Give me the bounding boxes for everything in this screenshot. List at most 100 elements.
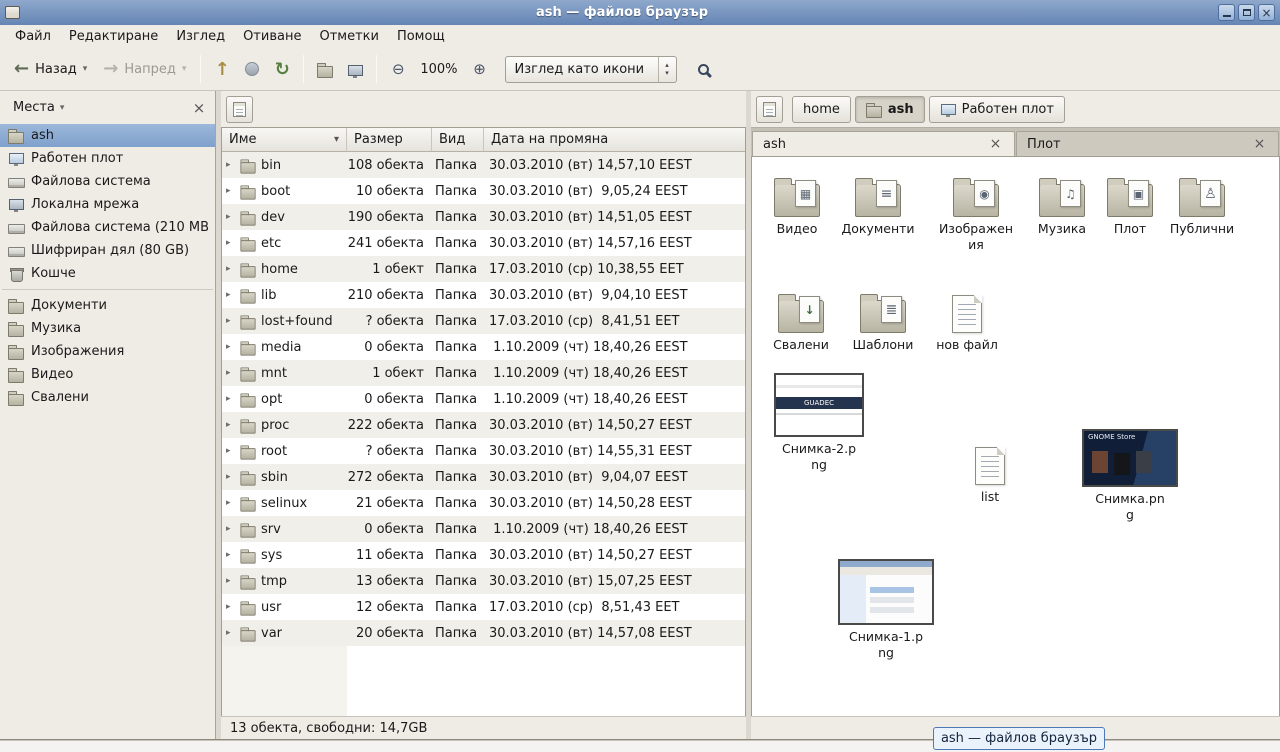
sidebar-item[interactable]: Изображения xyxy=(0,340,215,363)
expander-icon[interactable]: ▸ xyxy=(226,212,239,222)
menu-item[interactable]: Файл xyxy=(6,26,60,47)
expander-icon[interactable]: ▸ xyxy=(226,576,239,586)
tab[interactable]: Плот × xyxy=(1016,131,1279,156)
expander-icon[interactable]: ▸ xyxy=(226,472,239,482)
sidebar-mode-select[interactable]: Места ▾ xyxy=(6,96,71,119)
search-button[interactable] xyxy=(689,54,719,84)
close-button[interactable]: × xyxy=(1258,4,1275,21)
icon-view-item[interactable]: Снимка-2.png xyxy=(769,373,869,472)
table-row[interactable]: ▸ sbin 272 обекта Папка 30.03.2010 (вт) … xyxy=(222,464,745,490)
icon-view-item[interactable]: Документи xyxy=(833,167,923,237)
expander-icon[interactable]: ▸ xyxy=(226,290,239,300)
sidebar-item[interactable]: Видео xyxy=(0,363,215,386)
sidebar-item[interactable]: Файлова система (210 MB) xyxy=(0,216,215,239)
tab[interactable]: ash × xyxy=(752,131,1015,156)
icon-view-item[interactable]: Видео xyxy=(752,167,842,237)
sidebar-item[interactable]: Файлова система xyxy=(0,170,215,193)
breadcrumb-button[interactable]: Работен плот xyxy=(929,96,1065,123)
computer-button[interactable] xyxy=(340,54,370,84)
sidebar-item[interactable]: ash xyxy=(0,124,215,147)
table-row[interactable]: ▸ selinux 21 обекта Папка 30.03.2010 (вт… xyxy=(222,490,745,516)
icon-view-item[interactable]: list xyxy=(945,435,1035,505)
column-header[interactable]: Име ▾ xyxy=(222,128,347,152)
table-row[interactable]: ▸ sys 11 обекта Папка 30.03.2010 (вт) 14… xyxy=(222,542,745,568)
expander-icon[interactable]: ▸ xyxy=(226,160,239,170)
expander-icon[interactable]: ▸ xyxy=(226,498,239,508)
combo-arrows-icon[interactable]: ▴▾ xyxy=(658,57,676,82)
location-toggle-button[interactable] xyxy=(756,96,783,123)
home-button[interactable] xyxy=(310,54,340,84)
taskbar-window-button[interactable]: ash — файлов браузър xyxy=(933,727,1105,750)
sidebar-item[interactable]: Свалени xyxy=(0,386,215,409)
up-button[interactable]: ↑ xyxy=(207,54,237,84)
sidebar-close-icon[interactable]: × xyxy=(189,99,209,117)
expander-icon[interactable]: ▸ xyxy=(226,238,239,248)
column-header[interactable]: Дата на промяна ▾ xyxy=(484,128,745,152)
menu-item[interactable]: Отметки xyxy=(310,26,387,47)
expander-icon[interactable]: ▸ xyxy=(226,186,239,196)
icon-view-item[interactable]: нов файл xyxy=(922,283,1012,353)
expander-icon[interactable]: ▸ xyxy=(226,420,239,430)
table-row[interactable]: ▸ proc 222 обекта Папка 30.03.2010 (вт) … xyxy=(222,412,745,438)
icon-view-item[interactable]: Снимка.png xyxy=(1080,429,1180,522)
view-mode-select[interactable]: Изглед като икони ▴▾ xyxy=(505,56,677,83)
sidebar-item[interactable]: Кошче xyxy=(0,262,215,285)
table-row[interactable]: ▸ root ? обекта Папка 30.03.2010 (вт) 14… xyxy=(222,438,745,464)
table-row[interactable]: ▸ boot 10 обекта Папка 30.03.2010 (вт) 9… xyxy=(222,178,745,204)
sidebar-item[interactable]: Работен плот xyxy=(0,147,215,170)
column-header[interactable]: Размер ▾ xyxy=(347,128,432,152)
expander-icon[interactable]: ▸ xyxy=(226,316,239,326)
maximize-button[interactable] xyxy=(1238,4,1255,21)
menu-item[interactable]: Помощ xyxy=(388,26,454,47)
menu-item[interactable]: Отиване xyxy=(234,26,310,47)
icon-view-item[interactable]: Свалени xyxy=(756,283,846,353)
zoom-out-button[interactable]: ⊖ xyxy=(383,54,413,84)
expander-icon[interactable]: ▸ xyxy=(226,550,239,560)
icon-view-item[interactable]: Шаблони xyxy=(838,283,928,353)
expander-icon[interactable]: ▸ xyxy=(226,368,239,378)
expander-icon[interactable]: ▸ xyxy=(226,342,239,352)
back-button[interactable]: ← Назад ▾ xyxy=(6,55,95,83)
icon-view[interactable]: Видео Документи Изображения Музика Плот … xyxy=(751,156,1280,716)
menu-item[interactable]: Редактиране xyxy=(60,26,167,47)
table-row[interactable]: ▸ srv 0 обекта Папка 1.10.2009 (чт) 18,4… xyxy=(222,516,745,542)
icon-view-item[interactable]: Изображения xyxy=(931,167,1021,252)
table-row[interactable]: ▸ bin 108 обекта Папка 30.03.2010 (вт) 1… xyxy=(222,152,745,178)
expander-icon[interactable]: ▸ xyxy=(226,394,239,404)
table-row[interactable]: ▸ mnt 1 обект Папка 1.10.2009 (чт) 18,40… xyxy=(222,360,745,386)
table-row[interactable]: ▸ opt 0 обекта Папка 1.10.2009 (чт) 18,4… xyxy=(222,386,745,412)
table-row[interactable]: ▸ usr 12 обекта Папка 17.03.2010 (ср) 8,… xyxy=(222,594,745,620)
forward-dropdown-icon[interactable]: ▾ xyxy=(182,64,187,74)
column-header[interactable]: Вид ▾ xyxy=(432,128,484,152)
forward-button[interactable]: → Напред ▾ xyxy=(95,55,194,83)
table-row[interactable]: ▸ tmp 13 обекта Папка 30.03.2010 (вт) 15… xyxy=(222,568,745,594)
sidebar-item[interactable]: Документи xyxy=(0,294,215,317)
zoom-in-button[interactable]: ⊕ xyxy=(465,54,495,84)
expander-icon[interactable]: ▸ xyxy=(226,524,239,534)
reload-button[interactable]: ↻ xyxy=(267,54,297,84)
back-dropdown-icon[interactable]: ▾ xyxy=(83,64,88,74)
stop-button[interactable] xyxy=(237,54,267,84)
tab-close-icon[interactable]: × xyxy=(987,136,1004,153)
titlebar[interactable]: ash — файлов браузър × xyxy=(0,0,1280,25)
sidebar-item[interactable]: Шифриран дял (80 GB) xyxy=(0,239,215,262)
table-row[interactable]: ▸ dev 190 обекта Папка 30.03.2010 (вт) 1… xyxy=(222,204,745,230)
expander-icon[interactable]: ▸ xyxy=(226,602,239,612)
icon-view-item[interactable]: Снимка-1.png xyxy=(836,559,936,660)
table-row[interactable]: ▸ lib 210 обекта Папка 30.03.2010 (вт) 9… xyxy=(222,282,745,308)
menu-item[interactable]: Изглед xyxy=(167,26,234,47)
expander-icon[interactable]: ▸ xyxy=(226,628,239,638)
table-row[interactable]: ▸ var 20 обекта Папка 30.03.2010 (вт) 14… xyxy=(222,620,745,646)
table-row[interactable]: ▸ media 0 обекта Папка 1.10.2009 (чт) 18… xyxy=(222,334,745,360)
breadcrumb-button[interactable]: home xyxy=(792,96,851,123)
icon-view-item[interactable]: Публични xyxy=(1157,167,1247,237)
expander-icon[interactable]: ▸ xyxy=(226,264,239,274)
table-row[interactable]: ▸ lost+found ? обекта Папка 17.03.2010 (… xyxy=(222,308,745,334)
sidebar-item[interactable]: Локална мрежа xyxy=(0,193,215,216)
breadcrumb-button[interactable]: ash xyxy=(855,96,925,123)
tab-close-icon[interactable]: × xyxy=(1251,136,1268,153)
table-row[interactable]: ▸ etc 241 обекта Папка 30.03.2010 (вт) 1… xyxy=(222,230,745,256)
table-row[interactable]: ▸ home 1 обект Папка 17.03.2010 (ср) 10,… xyxy=(222,256,745,282)
sidebar-item[interactable]: Музика xyxy=(0,317,215,340)
location-toggle-button[interactable] xyxy=(226,96,253,123)
